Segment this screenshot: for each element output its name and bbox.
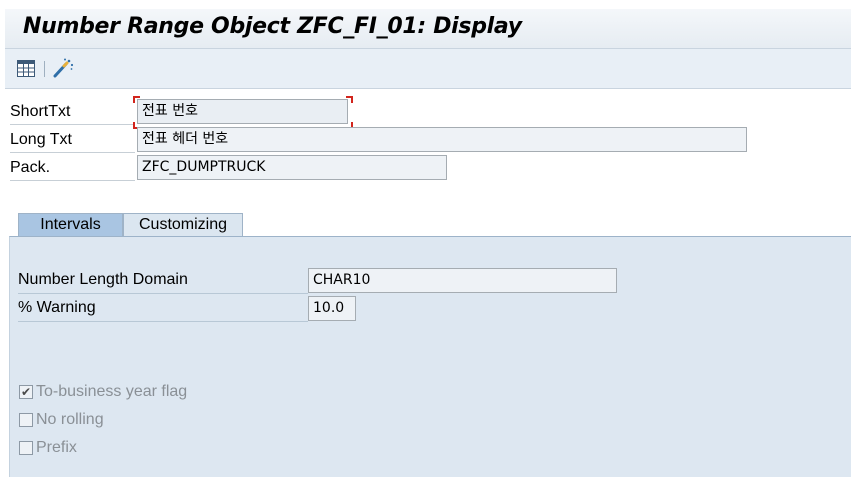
prefix-label: Prefix bbox=[36, 439, 77, 456]
tab-customizing[interactable]: Customizing bbox=[123, 213, 243, 237]
title-bar: Number Range Object ZFC_FI_01: Display bbox=[5, 9, 851, 49]
prefix-checkbox-row[interactable]: Prefix bbox=[19, 437, 77, 459]
number-length-domain-field[interactable]: CHAR10 bbox=[308, 268, 617, 293]
long-text-field[interactable]: 전표 헤더 번호 bbox=[137, 127, 747, 152]
no-rolling-label: No rolling bbox=[36, 411, 104, 428]
checkbox-unchecked[interactable] bbox=[19, 413, 33, 427]
warning-field[interactable]: 10.0 bbox=[308, 296, 356, 321]
warning-label: % Warning bbox=[18, 294, 308, 322]
application-toolbar bbox=[5, 49, 851, 89]
short-text-label: ShortTxt bbox=[10, 98, 135, 125]
no-rolling-checkbox-row[interactable]: No rolling bbox=[19, 409, 104, 431]
page-title: Number Range Object ZFC_FI_01: Display bbox=[23, 14, 522, 39]
long-text-label: Long Txt bbox=[10, 126, 135, 153]
checkbox-checked[interactable]: ✔ bbox=[19, 385, 33, 399]
number-length-domain-label: Number Length Domain bbox=[18, 266, 308, 294]
checkbox-unchecked[interactable] bbox=[19, 441, 33, 455]
to-business-year-flag-label: To-business year flag bbox=[36, 383, 188, 400]
toolbar-separator bbox=[44, 61, 45, 77]
package-field[interactable]: ZFC_DUMPTRUCK bbox=[137, 155, 447, 180]
focus-marker bbox=[346, 96, 353, 103]
focus-marker bbox=[133, 96, 140, 103]
table-icon[interactable] bbox=[15, 57, 37, 79]
magic-wand-icon[interactable] bbox=[52, 57, 74, 79]
package-label: Pack. bbox=[10, 154, 135, 181]
short-text-field[interactable]: 전표 번호 bbox=[137, 99, 348, 124]
tab-intervals[interactable]: Intervals bbox=[18, 213, 123, 237]
to-business-year-flag-checkbox-row[interactable]: ✔ To-business year flag bbox=[19, 381, 187, 403]
